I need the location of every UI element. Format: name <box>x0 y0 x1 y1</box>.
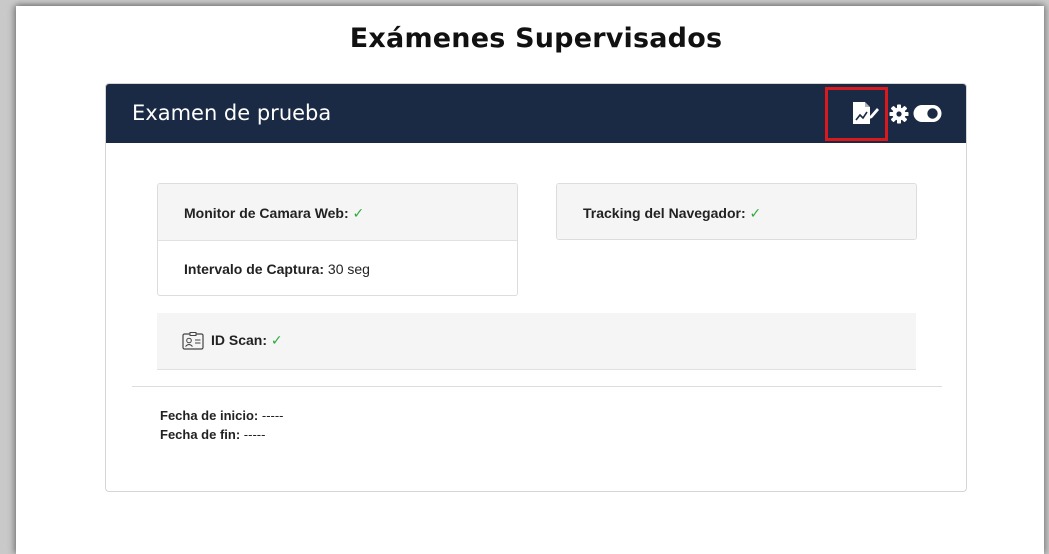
exam-dates: Fecha de inicio: ----- Fecha de fin: ---… <box>160 406 284 444</box>
toggle-icon[interactable] <box>913 104 942 123</box>
start-date-row: Fecha de inicio: ----- <box>160 406 284 425</box>
end-date-row: Fecha de fin: ----- <box>160 425 284 444</box>
exam-card-header: Examen de prueba <box>106 84 966 143</box>
check-icon: ✓ <box>352 205 365 221</box>
exam-report-icon[interactable] <box>850 100 880 126</box>
browser-tracking-row: Tracking del Navegador: ✓ <box>557 184 916 239</box>
end-date-label: Fecha de fin: <box>160 427 241 442</box>
start-date-value: ----- <box>258 408 284 423</box>
check-icon: ✓ <box>270 332 283 348</box>
browser-tracking-label: Tracking del Navegador: <box>583 205 746 221</box>
gear-icon[interactable] <box>889 104 909 124</box>
id-scan-label: ID Scan: <box>211 332 268 348</box>
capture-interval-label: Intervalo de Captura: <box>184 261 325 277</box>
check-icon: ✓ <box>749 205 762 221</box>
page-title: Exámenes Supervisados <box>349 23 723 54</box>
capture-interval-value: 30 seg <box>324 261 370 277</box>
divider <box>132 386 942 387</box>
webcam-monitor-box: Monitor de Camara Web: ✓ Intervalo de Ca… <box>157 183 518 296</box>
browser-tracking-box: Tracking del Navegador: ✓ <box>556 183 917 240</box>
capture-interval-row: Intervalo de Captura: 30 seg <box>158 241 517 295</box>
exam-title: Examen de prueba <box>132 101 332 125</box>
id-card-icon <box>182 332 204 350</box>
id-scan-text: ID Scan: ✓ <box>211 332 283 349</box>
webcam-monitor-row: Monitor de Camara Web: ✓ <box>158 184 517 241</box>
exam-card: Examen de prueba Monitor de Camara Web: … <box>105 83 967 492</box>
webcam-monitor-label: Monitor de Camara Web: <box>184 205 349 221</box>
start-date-label: Fecha de inicio: <box>160 408 259 423</box>
end-date-value: ----- <box>240 427 266 442</box>
id-scan-row: ID Scan: ✓ <box>157 313 916 370</box>
